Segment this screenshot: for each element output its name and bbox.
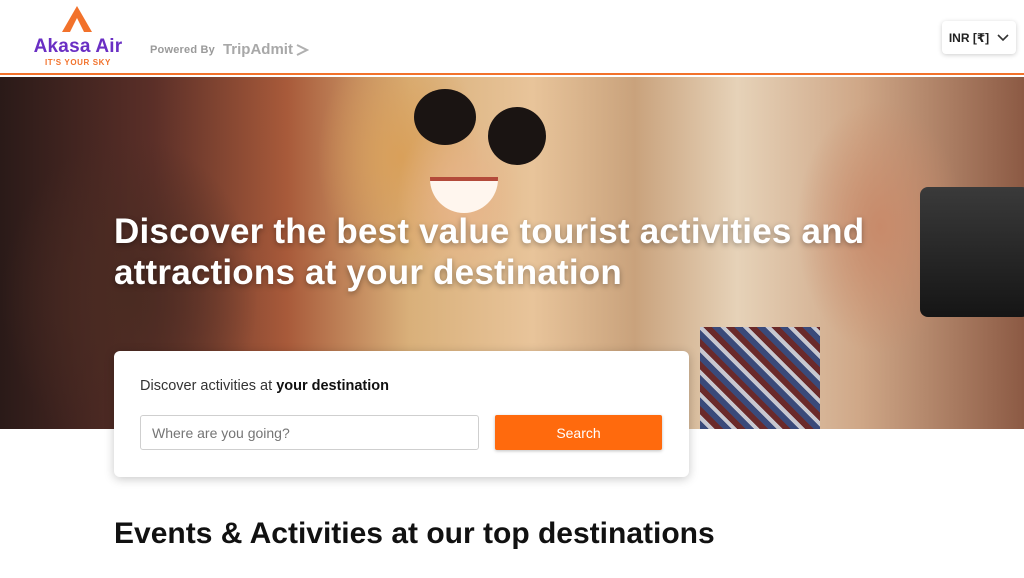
logo-name: Akasa Air xyxy=(33,36,123,57)
section-title: Events & Activities at our top destinati… xyxy=(114,517,715,551)
hero-photo-detail xyxy=(414,89,476,145)
hero-photo-detail xyxy=(700,327,820,429)
hero-title: Discover the best value tourist activiti… xyxy=(114,212,865,292)
logo-tagline: IT'S YOUR SKY xyxy=(44,58,111,67)
hero-photo-detail xyxy=(488,107,546,165)
akasa-logo-icon xyxy=(62,6,92,32)
destination-search-input[interactable] xyxy=(140,415,479,450)
powered-by-label: Powered By xyxy=(150,43,215,56)
chevron-down-icon xyxy=(997,33,1009,41)
section-title-prefix: Events & Activities xyxy=(114,517,392,550)
search-card: Discover activities at your destination … xyxy=(114,351,689,477)
search-button[interactable]: Search xyxy=(495,415,662,450)
site-header: Akasa Air IT'S YOUR SKY Powered By TripA… xyxy=(0,0,1024,75)
section-title-bold: at our top destinations xyxy=(391,517,715,550)
tripadmit-arrow-icon xyxy=(296,43,309,56)
tripadmit-brand[interactable]: TripAdmit xyxy=(223,41,293,58)
search-heading: Discover activities at your destination xyxy=(140,378,389,394)
currency-selector[interactable]: INR [₹] xyxy=(942,21,1016,54)
currency-label: INR [₹] xyxy=(948,30,990,45)
search-heading-bold: your destination xyxy=(276,378,389,394)
powered-by: Powered By TripAdmit xyxy=(150,41,309,58)
hero-photo-detail xyxy=(430,177,498,213)
akasa-logo[interactable]: Akasa Air IT'S YOUR SKY xyxy=(28,6,128,68)
search-heading-prefix: Discover activities at xyxy=(140,378,277,394)
